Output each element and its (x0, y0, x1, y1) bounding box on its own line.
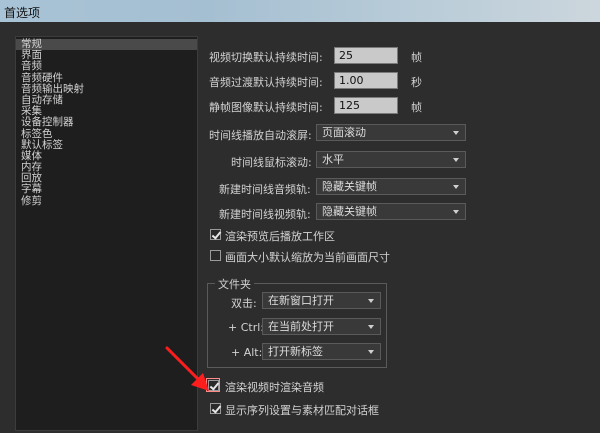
ctrl-label: + Ctrl: (228, 321, 264, 334)
sidebar-item[interactable]: 标签色 (16, 128, 197, 140)
new-audio-track-dropdown[interactable]: 隐藏关键帧 (316, 178, 466, 195)
chevron-down-icon (453, 210, 459, 214)
sidebar-item[interactable]: 自动存储 (16, 94, 197, 106)
scale-frame-checkbox[interactable] (210, 250, 221, 261)
new-video-track-dropdown[interactable]: 隐藏关键帧 (316, 203, 466, 220)
sidebar-item[interactable]: 默认标签 (16, 139, 197, 151)
new-audio-track-value: 隐藏关键帧 (322, 180, 377, 193)
double-click-value: 在新窗口打开 (268, 294, 334, 307)
chevron-down-icon (368, 350, 374, 354)
title-bar: 首选项 (0, 0, 600, 22)
mouse-scroll-label: 时间线鼠标滚动: (231, 156, 312, 169)
annotation-arrow-icon (165, 346, 209, 391)
new-video-track-value: 隐藏关键帧 (322, 205, 377, 218)
sidebar-item[interactable]: 音频 (16, 61, 197, 72)
audio-transition-label: 音频过渡默认持续时间: (209, 76, 323, 89)
alt-label: + Alt: (231, 346, 263, 359)
sidebar-item[interactable]: 回放 (16, 173, 197, 184)
mouse-scroll-value: 水平 (322, 153, 344, 166)
sidebar-item[interactable]: 字幕 (16, 184, 197, 195)
sidebar-item[interactable]: 设备控制器 (16, 117, 197, 128)
new-audio-track-label: 新建时间线音频轨: (219, 183, 311, 196)
chevron-down-icon (368, 299, 374, 303)
bins-group-title: 文件夹 (215, 276, 254, 292)
still-image-input[interactable]: 125 (334, 97, 398, 114)
show-sequence-label: 显示序列设置与素材匹配对话框 (225, 404, 379, 417)
sidebar-item[interactable]: 界面 (16, 49, 197, 61)
video-transition-unit: 帧 (411, 51, 422, 64)
ctrl-dropdown[interactable]: 在当前处打开 (262, 318, 381, 335)
alt-dropdown[interactable]: 打开新标签 (262, 343, 381, 360)
video-transition-input[interactable]: 25 (334, 47, 398, 64)
autoscroll-dropdown[interactable]: 页面滚动 (316, 124, 466, 141)
autoscroll-label: 时间线播放自动滚屏: (209, 129, 312, 142)
audio-transition-unit: 秒 (411, 76, 422, 89)
still-image-label: 静帧图像默认持续时间: (209, 101, 323, 114)
window-title: 首选项 (4, 6, 41, 20)
ctrl-value: 在当前处打开 (268, 320, 334, 333)
render-preview-checkbox[interactable] (210, 229, 221, 240)
scale-frame-label: 画面大小默认缩放为当前画面尺寸 (225, 251, 390, 264)
show-sequence-checkbox[interactable] (210, 403, 221, 414)
audio-transition-input[interactable]: 1.00 (334, 72, 398, 89)
chevron-down-icon (453, 158, 459, 162)
alt-value: 打开新标签 (268, 345, 323, 358)
chevron-down-icon (368, 325, 374, 329)
still-image-unit: 帧 (411, 101, 422, 114)
new-video-track-label: 新建时间线视频轨: (219, 208, 311, 221)
chevron-down-icon (453, 131, 459, 135)
sidebar-item[interactable]: 常规 (16, 38, 197, 51)
sidebar-item[interactable]: 修剪 (16, 195, 197, 207)
chevron-down-icon (453, 185, 459, 189)
sidebar-item[interactable]: 内存 (16, 161, 197, 173)
double-click-dropdown[interactable]: 在新窗口打开 (262, 292, 381, 309)
video-transition-label: 视频切换默认持续时间: (209, 51, 323, 64)
double-click-label: 双击: (231, 297, 257, 310)
render-audio-label: 渲染视频时渲染音频 (225, 381, 324, 394)
mouse-scroll-dropdown[interactable]: 水平 (316, 151, 466, 168)
sidebar-item[interactable]: 媒体 (16, 150, 197, 162)
autoscroll-value: 页面滚动 (322, 126, 366, 139)
render-preview-label: 渲染预览后播放工作区 (225, 230, 335, 243)
